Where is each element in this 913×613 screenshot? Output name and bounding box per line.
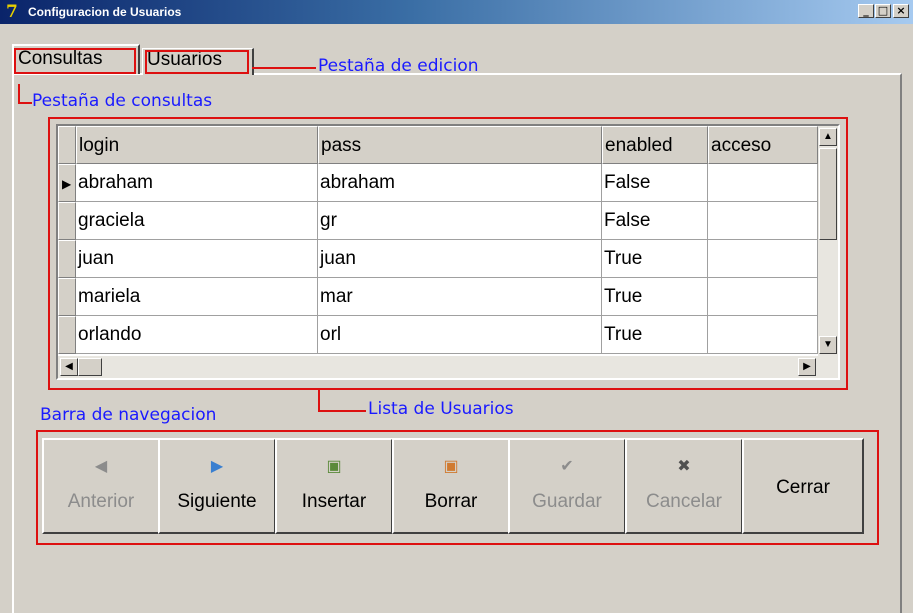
cell-pass[interactable]: mar (318, 278, 602, 316)
cell-enabled[interactable]: False (602, 202, 708, 240)
cell-enabled[interactable]: False (602, 164, 708, 202)
next-icon: ▶ (210, 458, 224, 475)
query-tab-pointer-v (18, 84, 20, 104)
query-tab-annotation: Pestaña de consultas (32, 91, 213, 111)
user-list-annotation: Lista de Usuarios (368, 399, 514, 419)
row-indicator[interactable] (58, 316, 76, 354)
minimize-button[interactable]: _ (858, 4, 874, 18)
cell-pass[interactable]: orl (318, 316, 602, 354)
close-form-button[interactable]: Cerrar (742, 438, 864, 534)
save-button[interactable]: ✔ Guardar (508, 438, 626, 534)
row-indicator[interactable] (58, 202, 76, 240)
consultas-tab-highlight (14, 48, 136, 74)
cell-login[interactable]: graciela (76, 202, 318, 240)
save-button-label: Guardar (532, 491, 602, 512)
next-button-label: Siguiente (177, 491, 257, 512)
cell-enabled[interactable]: True (602, 278, 708, 316)
user-list-pointer-h (318, 410, 366, 412)
current-row-indicator: ▶ (58, 164, 76, 202)
window-title: Configuracion de Usuarios (28, 5, 182, 19)
column-header-enabled[interactable]: enabled (602, 126, 708, 164)
cell-acceso[interactable] (708, 278, 818, 316)
cell-acceso[interactable] (708, 316, 818, 354)
check-icon: ✔ (560, 458, 574, 475)
tab-consultas[interactable]: Consultas (12, 44, 140, 74)
scroll-left-button[interactable]: ◀ (60, 358, 78, 376)
app-icon: 7 (6, 2, 18, 22)
cell-pass[interactable]: juan (318, 240, 602, 278)
horizontal-scrollbar[interactable] (58, 356, 838, 378)
scroll-up-button[interactable]: ▲ (819, 128, 837, 146)
column-header-pass[interactable]: pass (318, 126, 602, 164)
previous-button-label: Anterior (67, 491, 135, 512)
cell-acceso[interactable] (708, 240, 818, 278)
cell-acceso[interactable] (708, 164, 818, 202)
insert-icon: ▣ (326, 458, 342, 475)
column-header-acceso[interactable]: acceso (708, 126, 818, 164)
cell-login[interactable]: mariela (76, 278, 318, 316)
insert-button[interactable]: ▣ Insertar (275, 438, 393, 534)
user-grid[interactable]: login pass enabled acceso ▶ abraham abra… (56, 124, 840, 380)
insert-button-label: Insertar (301, 491, 367, 512)
row-indicator[interactable] (58, 278, 76, 316)
horizontal-scroll-thumb[interactable] (78, 358, 102, 376)
cell-pass[interactable]: gr (318, 202, 602, 240)
user-list-pointer-v (318, 390, 320, 412)
previous-icon: ◀ (94, 458, 108, 475)
cell-enabled[interactable]: True (602, 316, 708, 354)
cancel-icon: ✖ (677, 458, 691, 475)
cancel-button[interactable]: ✖ Cancelar (625, 438, 743, 534)
scroll-right-button[interactable]: ▶ (798, 358, 816, 376)
grid-corner (58, 126, 76, 164)
edit-tab-annotation: Pestaña de edicion (318, 56, 479, 76)
usuarios-tab-highlight (145, 50, 249, 74)
delete-button-label: Borrar (424, 491, 478, 512)
cancel-button-label: Cancelar (645, 491, 723, 512)
cell-pass[interactable]: abraham (318, 164, 602, 202)
cell-acceso[interactable] (708, 202, 818, 240)
column-header-login[interactable]: login (76, 126, 318, 164)
maximize-button[interactable]: □ (875, 4, 891, 18)
close-form-button-label: Cerrar (776, 477, 830, 498)
delete-icon: ▣ (443, 458, 459, 475)
cell-login[interactable]: juan (76, 240, 318, 278)
row-indicator[interactable] (58, 240, 76, 278)
delete-button[interactable]: ▣ Borrar (392, 438, 510, 534)
close-button[interactable]: × (893, 4, 909, 18)
scroll-down-button[interactable]: ▼ (819, 336, 837, 354)
cell-login[interactable]: orlando (76, 316, 318, 354)
cell-login[interactable]: abraham (76, 164, 318, 202)
tab-usuarios[interactable]: Usuarios (142, 48, 254, 75)
cell-enabled[interactable]: True (602, 240, 708, 278)
edit-tab-pointer (252, 67, 316, 69)
query-tab-pointer-h (18, 102, 32, 104)
vertical-scroll-thumb[interactable] (819, 148, 837, 240)
next-button[interactable]: ▶ Siguiente (158, 438, 276, 534)
previous-button[interactable]: ◀ Anterior (42, 438, 160, 534)
nav-bar-annotation: Barra de navegacion (40, 405, 217, 425)
